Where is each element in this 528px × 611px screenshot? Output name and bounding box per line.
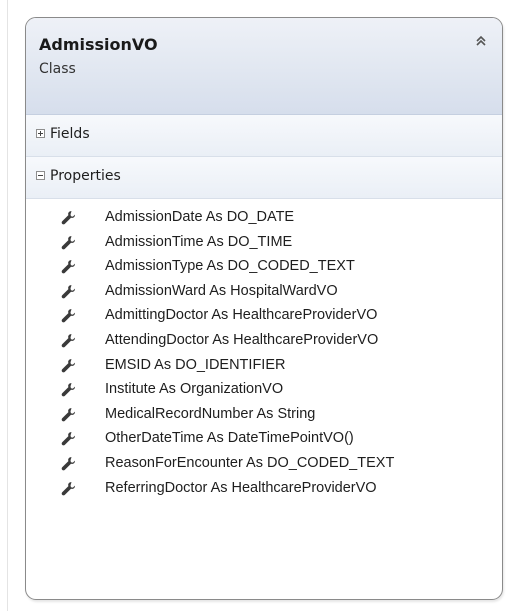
wrench-icon [60,382,76,398]
wrench-icon [60,235,76,251]
section-properties-label: Properties [50,168,121,184]
property-label: Institute As OrganizationVO [105,381,284,398]
property-label: ReferringDoctor As HealthcareProviderVO [105,479,377,496]
property-label: AdmissionType As DO_CODED_TEXT [105,258,355,275]
property-item[interactable]: EMSID As DO_IDENTIFIER [26,354,502,379]
expand-plus-icon[interactable] [36,129,45,138]
section-properties[interactable]: Properties [26,157,502,199]
wrench-icon [60,358,76,374]
section-fields[interactable]: Fields [26,115,502,157]
property-item[interactable]: AdmissionTime As DO_TIME [26,231,502,256]
property-label: AdmissionDate As DO_DATE [105,209,295,225]
property-item[interactable]: Institute As OrganizationVO [26,378,502,403]
property-item[interactable]: ReferringDoctor As HealthcareProviderVO [26,477,502,502]
property-label: AdmissionWard As HospitalWardVO [105,282,338,299]
wrench-icon [60,284,76,300]
wrench-icon [60,431,76,447]
property-label: MedicalRecordNumber As String [105,405,316,422]
property-label: AdmittingDoctor As HealthcareProviderVO [105,307,378,324]
class-shape[interactable]: AdmissionVO Class Fields Properties Admi… [25,17,503,600]
property-label: ReasonForEncounter As DO_CODED_TEXT [105,454,395,471]
wrench-icon [60,308,76,324]
property-label: OtherDateTime As DateTimePointVO() [105,430,354,447]
class-header[interactable]: AdmissionVO Class [26,18,502,115]
wrench-icon [60,481,76,497]
wrench-icon [60,210,76,226]
property-item[interactable]: OtherDateTime As DateTimePointVO() [26,427,502,452]
property-label: AttendingDoctor As HealthcareProviderVO [105,331,379,348]
property-label: EMSID As DO_IDENTIFIER [105,356,286,373]
class-kind: Class [39,61,76,77]
property-item[interactable]: ReasonForEncounter As DO_CODED_TEXT [26,452,502,477]
wrench-icon [60,259,76,275]
property-item[interactable]: AdmittingDoctor As HealthcareProviderVO [26,304,502,329]
property-label: AdmissionTime As DO_TIME [105,233,293,250]
wrench-icon [60,456,76,472]
property-list: AdmissionDate As DO_DATE AdmissionTime As… [26,199,502,501]
property-item[interactable]: MedicalRecordNumber As String [26,403,502,428]
wrench-icon [60,407,76,423]
collapse-minus-icon[interactable] [36,171,45,180]
property-item[interactable]: AttendingDoctor As HealthcareProviderVO [26,329,502,354]
section-fields-label: Fields [50,126,90,142]
left-divider [7,0,8,611]
wrench-icon [60,333,76,349]
property-item[interactable]: AdmissionDate As DO_DATE [26,206,502,231]
property-item[interactable]: AdmissionType As DO_CODED_TEXT [26,255,502,280]
class-name: AdmissionVO [39,35,158,54]
property-item[interactable]: AdmissionWard As HospitalWardVO [26,280,502,305]
double-chevron-up-icon[interactable] [472,32,490,50]
